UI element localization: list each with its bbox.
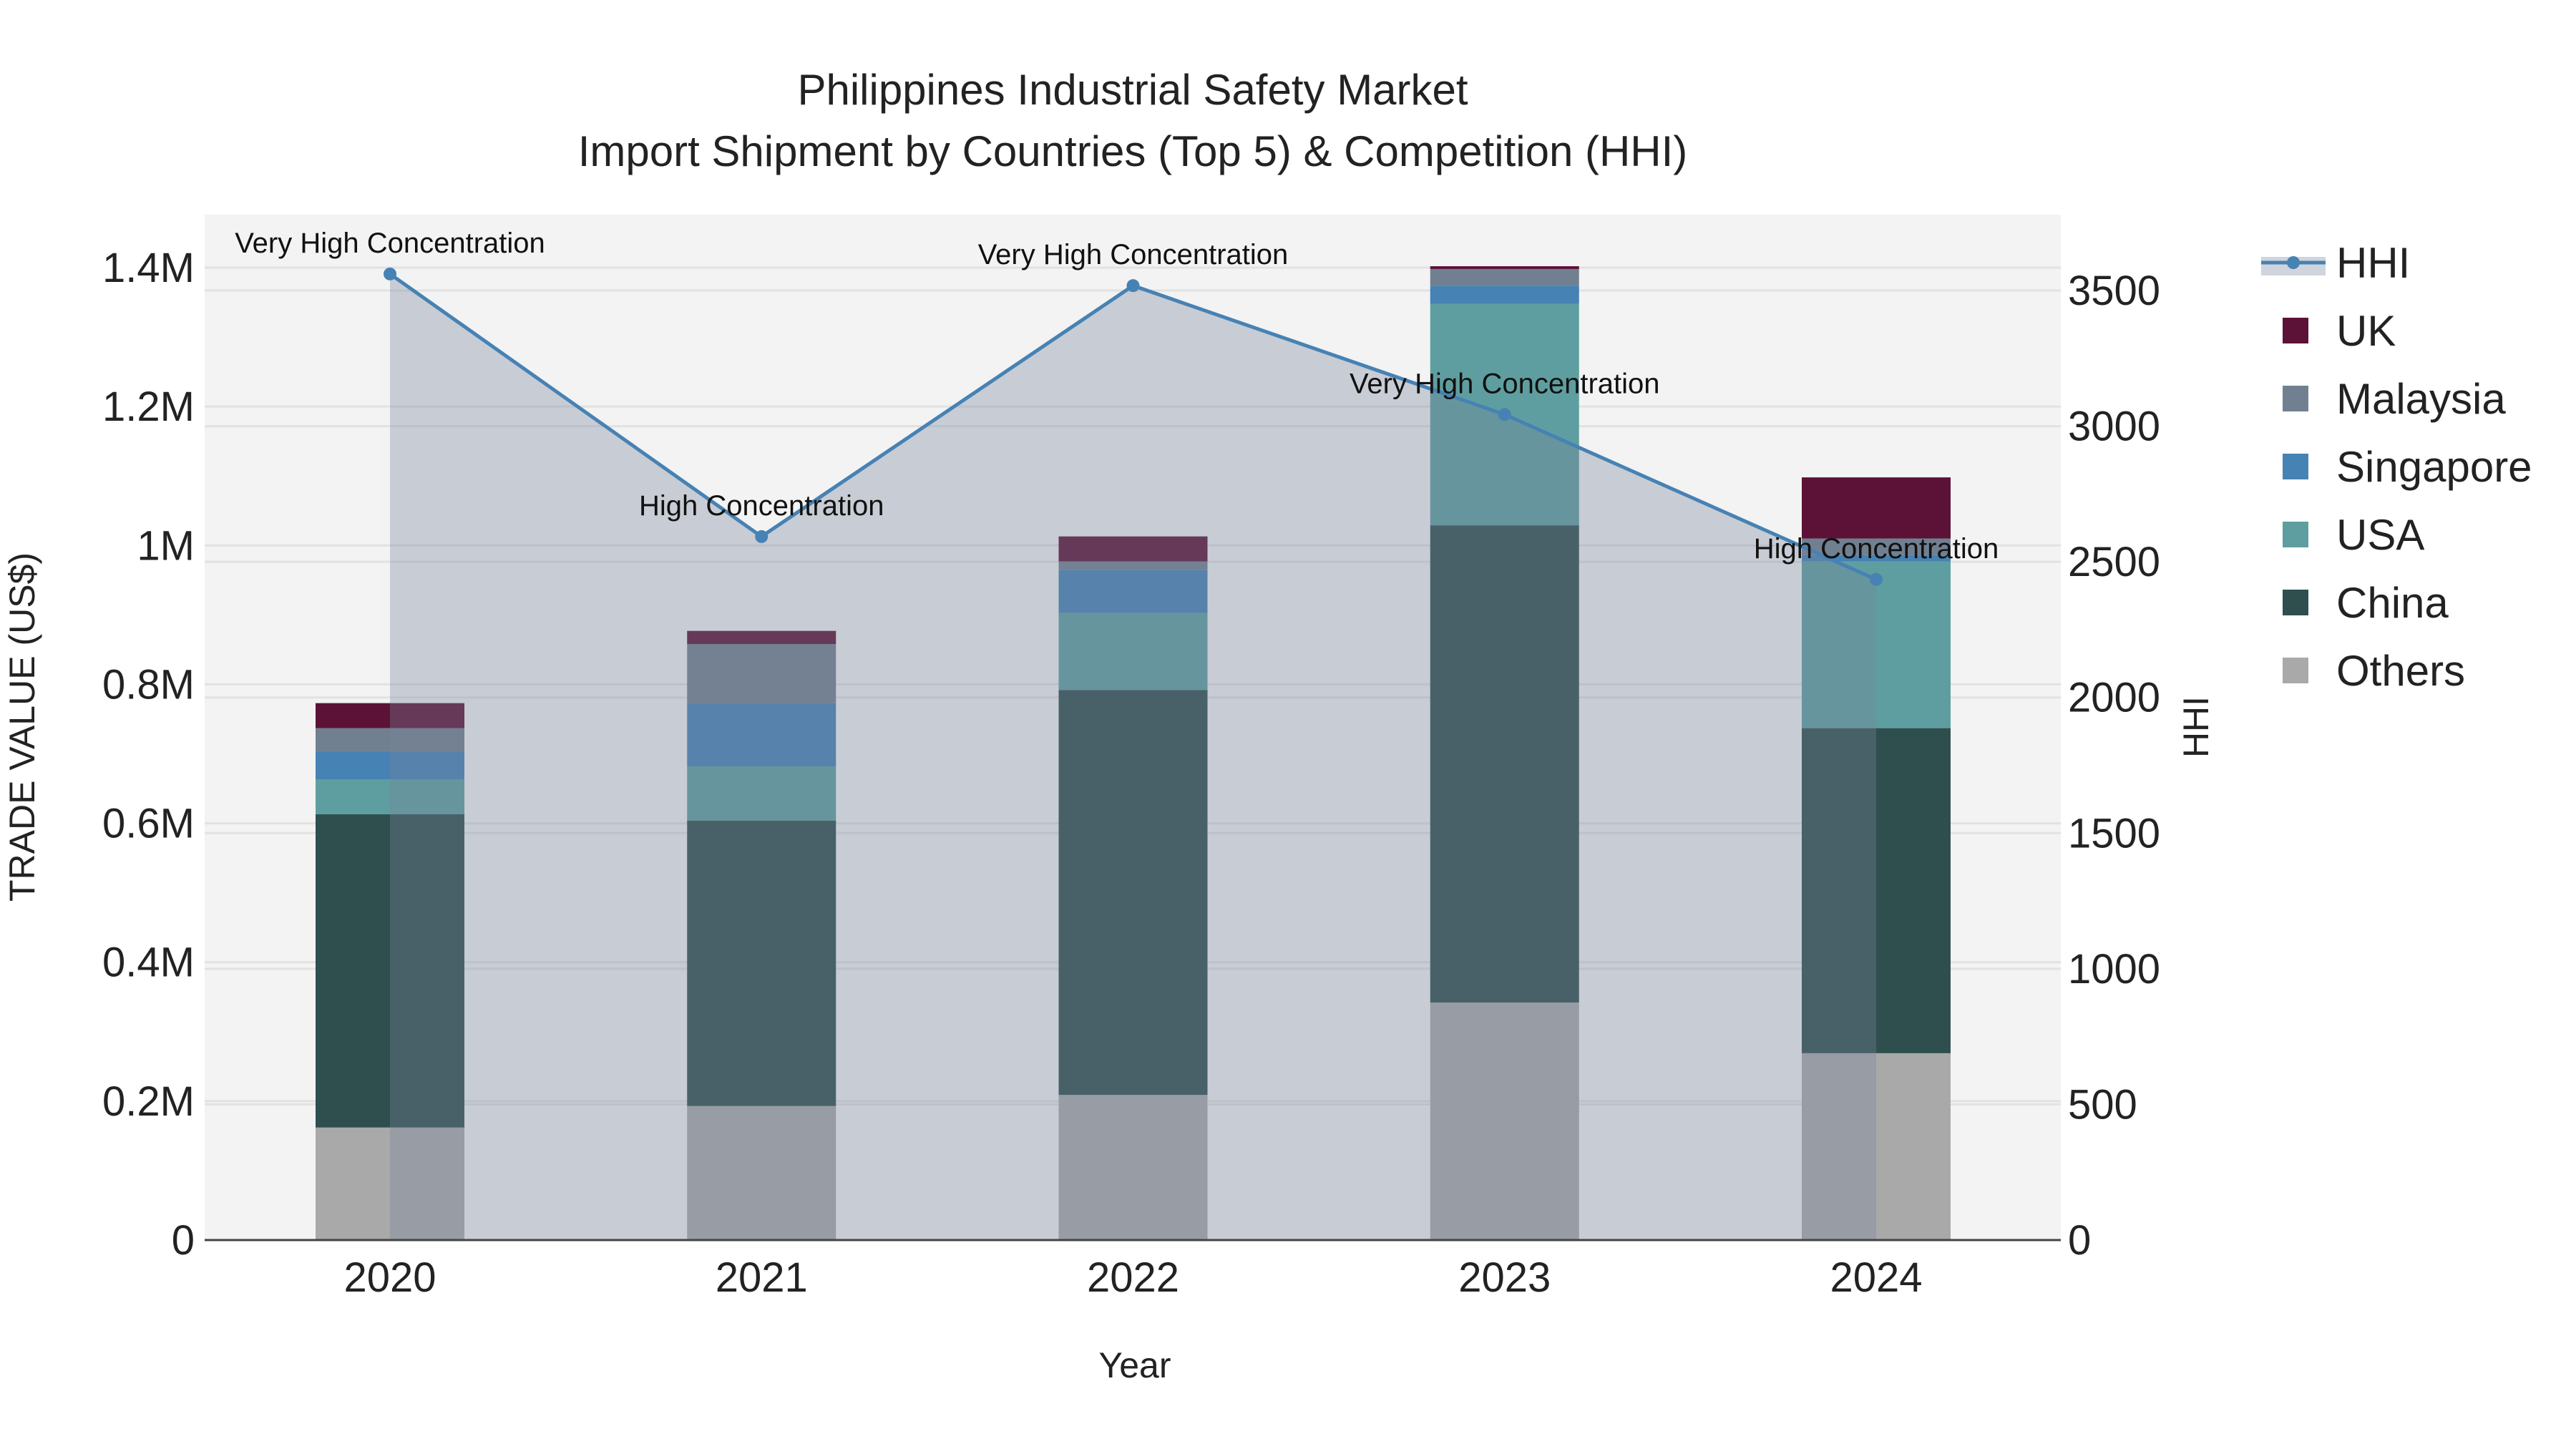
hhi-annotation: Very High Concentration: [235, 228, 545, 259]
y-tick-label: 0.2M: [102, 1078, 195, 1125]
bar-uk-2023: [1430, 266, 1579, 269]
legend-swatch-singapore: [2283, 454, 2308, 479]
y-tick-label: 1.4M: [102, 245, 195, 291]
legend-hhi-marker: [2287, 256, 2300, 269]
y2-tick-label: 2000: [2068, 675, 2160, 721]
y2-axis-title: HHI: [2176, 696, 2216, 758]
x-tick-label: 2023: [1458, 1254, 1551, 1301]
legend: HHI UK Malaysia Singapore USA China Others: [2261, 239, 2532, 695]
legend-item-malaysia[interactable]: Malaysia: [2283, 375, 2506, 423]
hhi-annotation: Very High Concentration: [978, 239, 1289, 270]
legend-swatch-malaysia: [2283, 386, 2308, 411]
y2-tick-label: 3500: [2068, 268, 2160, 314]
x-tick-label: 2022: [1087, 1254, 1179, 1301]
y-tick-label: 0: [172, 1217, 195, 1264]
y2-tick-label: 1000: [2068, 946, 2160, 992]
hhi-annotation: Very High Concentration: [1350, 368, 1660, 399]
legend-swatch-usa: [2283, 522, 2308, 547]
legend-label: USA: [2336, 511, 2424, 559]
chart-subtitle: Import Shipment by Countries (Top 5) & C…: [578, 127, 1688, 175]
x-tick-label: 2020: [343, 1254, 436, 1301]
legend-label: HHI: [2336, 239, 2410, 287]
y-tick-label: 1M: [137, 522, 195, 569]
hhi-point-2022: [1126, 279, 1140, 293]
hhi-annotation: High Concentration: [1754, 533, 1999, 565]
legend-label: Singapore: [2336, 443, 2532, 491]
legend-swatch-china: [2283, 590, 2308, 615]
y2-tick-label: 0: [2068, 1217, 2091, 1264]
bar-singapore-2023: [1430, 286, 1579, 304]
legend-label: Others: [2336, 647, 2465, 695]
hhi-point-2020: [384, 267, 396, 280]
legend-item-china[interactable]: China: [2283, 579, 2449, 627]
y2-tick-label: 500: [2068, 1081, 2137, 1128]
y-axis-title: TRADE VALUE (US$): [2, 552, 42, 902]
y-tick-label: 0.8M: [102, 661, 195, 708]
y2-tick-label: 3000: [2068, 404, 2160, 450]
y-tick-label: 1.2M: [102, 384, 195, 430]
y-tick-label: 0.6M: [102, 801, 195, 847]
legend-item-hhi[interactable]: HHI: [2261, 239, 2410, 287]
chart: 0 0.2M 0.4M 0.6M 0.8M 1M 1.2M 1.4M 0 500 1000 1500 2…: [2, 66, 2532, 1385]
legend-item-others[interactable]: Others: [2283, 647, 2465, 695]
hhi-point-2023: [1498, 408, 1511, 421]
x-axis-title: Year: [1098, 1345, 1171, 1385]
x-tick-label: 2021: [716, 1254, 808, 1301]
legend-item-usa[interactable]: USA: [2283, 511, 2424, 559]
legend-item-uk[interactable]: UK: [2283, 307, 2396, 355]
y2-tick-label: 2500: [2068, 539, 2160, 585]
bar-uk-2024: [1802, 477, 1951, 539]
legend-item-singapore[interactable]: Singapore: [2283, 443, 2532, 491]
legend-swatch-uk: [2283, 318, 2308, 343]
legend-label: Malaysia: [2336, 375, 2506, 423]
y-tick-label: 0.4M: [102, 940, 195, 986]
y2-tick-label: 1500: [2068, 810, 2160, 857]
legend-swatch-others: [2283, 658, 2308, 683]
x-tick-label: 2024: [1830, 1254, 1922, 1301]
bar-malaysia-2023: [1430, 268, 1579, 286]
hhi-annotation: High Concentration: [639, 490, 884, 522]
hhi-point-2024: [1870, 572, 1883, 586]
hhi-point-2021: [755, 530, 769, 543]
legend-label: China: [2336, 579, 2449, 627]
legend-label: UK: [2336, 307, 2396, 355]
chart-title: Philippines Industrial Safety Market: [797, 66, 1468, 114]
